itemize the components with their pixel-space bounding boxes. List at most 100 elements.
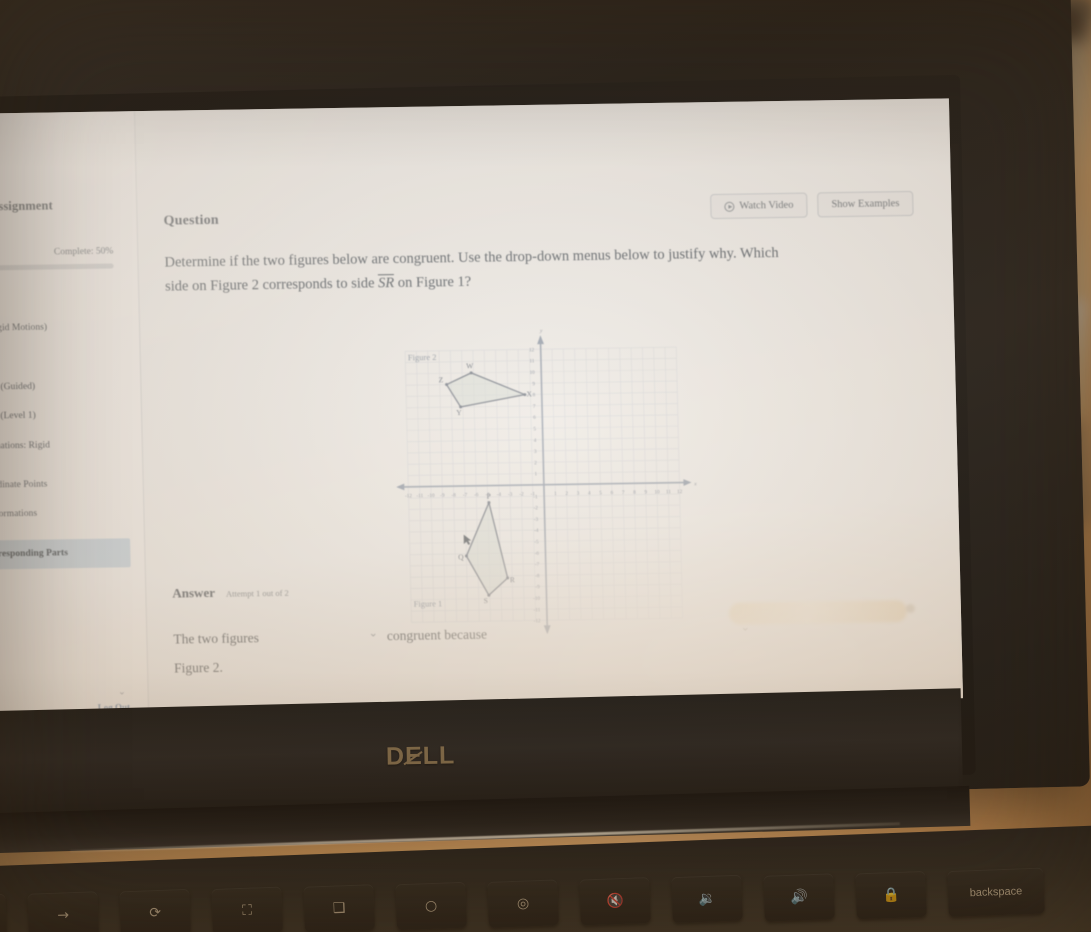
segment-sr: SR [377,274,395,292]
backspace-key[interactable]: backspace [947,867,1045,918]
svg-text:10: 10 [529,370,535,376]
svg-text:-1: -1 [533,494,538,500]
play-circle-icon [724,201,735,212]
svg-text:12: 12 [529,347,535,353]
chevron-down-icon[interactable]: ⌄ [0,686,126,699]
sidebar-item-coordinate-points[interactable]: on of Coordinate Points [0,469,143,501]
progress-label: Complete: 50% [53,246,114,258]
svg-text:-7: -7 [535,562,540,568]
laptop-screen: Math Assignment Complete: 50% mations (R… [0,98,964,714]
sidebar-item-congruence-and-corresponding-parts[interactable]: e and Corresponding Parts [0,537,131,571]
svg-text:X: X [526,389,532,398]
brightness-up-key[interactable]: ◎ [487,879,559,928]
sidebar-item-composition-of-transformations[interactable]: n of Transformations [0,498,144,530]
svg-text:1: 1 [534,471,537,477]
show-examples-label: Show Examples [831,198,900,211]
svg-text:9: 9 [532,381,535,387]
sidebar-footer: tor s Alfred Log Out ⌄ [0,678,148,712]
svg-text:-6: -6 [535,550,540,556]
watch-video-label: Watch Video [739,199,794,212]
sidebar-item-over-a-line-level-1[interactable]: over a Line (Level 1) [0,400,141,432]
svg-text:-4: -4 [497,492,502,498]
svg-text:2: 2 [565,491,568,497]
svg-text:-6: -6 [474,492,479,498]
main-content: Question Watch Video Show Examples Deter… [134,98,964,711]
back-key[interactable]: ← [0,893,8,932]
volume-mute-key[interactable]: 🔇 [579,876,651,926]
answer-section: Answer Attempt 1 out of 2 The two figure… [172,574,932,677]
attempt-counter: Attempt 1 out of 2 [225,587,289,599]
svg-text:-11: -11 [416,493,423,499]
svg-text:-10: -10 [428,493,435,499]
svg-text:Figure 2: Figure 2 [408,352,437,362]
forward-key[interactable]: → [27,891,100,932]
svg-text:7: 7 [622,490,625,496]
svg-text:P: P [487,491,491,500]
volume-up-key[interactable]: 🔊 [763,873,835,922]
svg-text:x: x [693,481,697,487]
svg-text:Y: Y [456,408,462,417]
svg-text:3: 3 [534,449,537,455]
svg-text:5: 5 [599,490,602,496]
svg-text:-3: -3 [508,491,513,497]
sidebar-item-transformations-rigid[interactable]: f Transformations: Rigid [0,430,142,462]
deltamath-app: Math Assignment Complete: 50% mations (R… [0,98,964,714]
assignment-title: Math Assignment [0,198,53,214]
volume-down-key[interactable]: 🔉 [671,874,743,924]
question-line-2-after: on Figure 1? [397,274,472,292]
dell-logo: DELL [385,741,456,771]
svg-text:6: 6 [611,490,614,496]
sidebar-item-about-origin-guided[interactable]: bout Origin (Guided) [0,371,141,403]
svg-text:W: W [466,361,474,370]
congruence-dropdown[interactable] [259,626,387,647]
show-examples-button[interactable]: Show Examples [817,190,914,218]
svg-text:-8: -8 [451,492,456,498]
question-text: Determine if the two figures below are c… [138,224,953,299]
brightness-down-key[interactable]: ○ [395,881,467,931]
svg-text:4: 4 [588,490,591,496]
svg-text:-4: -4 [534,528,539,534]
sidebar-item-transformations-rigid-motions[interactable]: mations (Rigid Motions) [0,312,139,344]
svg-text:9: 9 [644,489,647,495]
svg-text:11: 11 [666,489,672,495]
figure-polygons [445,371,527,597]
header-actions: Watch Video Show Examples [710,190,914,220]
svg-text:1: 1 [554,491,557,497]
svg-text:-2: -2 [519,491,524,497]
svg-text:3: 3 [577,490,580,496]
svg-text:10: 10 [654,489,660,495]
svg-text:8: 8 [533,392,536,398]
svg-text:Z: Z [438,375,443,384]
glare-obscured-icon[interactable] [905,603,916,614]
svg-text:-2: -2 [534,505,539,511]
svg-text:-8: -8 [535,573,540,579]
question-line-1: Determine if the two figures below are c… [164,245,779,271]
watch-video-button[interactable]: Watch Video [710,192,808,220]
answer-prefix-text: The two figures [173,629,260,647]
glare-obscured-input[interactable] [728,600,908,625]
svg-text:-12: -12 [405,493,412,499]
svg-text:y: y [539,328,543,334]
laptop: Math Assignment Complete: 50% mations (R… [0,0,1091,932]
svg-text:-3: -3 [534,516,539,522]
window-overview-key[interactable]: ❏ [303,884,375,932]
sidebar-item-graphically[interactable]: Graphically [0,341,140,373]
answer-middle-text: congruent because [386,626,488,643]
svg-text:2: 2 [534,460,537,466]
question-line-2-before: side on Figure 2 corresponds to side [164,275,375,296]
sidebar-nav: mations (Rigid Motions) Graphically bout… [0,312,145,571]
answer-suffix-text: Figure 2. [173,659,224,676]
answer-label: Answer [172,584,216,601]
reload-key[interactable]: ⟳ [119,888,192,932]
svg-text:-9: -9 [440,493,445,499]
svg-text:4: 4 [534,437,537,443]
fullscreen-key[interactable]: ⛶ [211,886,283,932]
svg-text:-5: -5 [534,539,539,545]
svg-text:8: 8 [633,490,636,496]
svg-text:Q: Q [458,552,464,561]
page-title: Question [163,212,220,229]
lock-key[interactable]: 🔒 [855,870,927,920]
svg-text:7: 7 [533,403,536,409]
svg-text:6: 6 [533,415,536,421]
mouse-pointer-icon [463,534,472,545]
